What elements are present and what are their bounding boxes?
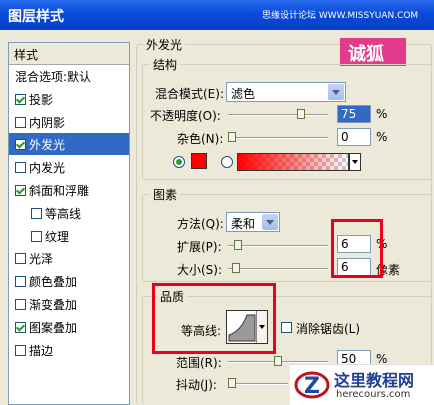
solid-color-radio[interactable] (173, 156, 185, 168)
styles-header[interactable]: 样式 (9, 43, 129, 65)
sidebar-item-checkbox[interactable] (15, 253, 26, 265)
gradient-picker[interactable] (237, 153, 349, 171)
annotation-box-contour (152, 283, 276, 354)
annotation-box-spread-size (331, 219, 383, 278)
noise-slider[interactable] (228, 132, 328, 143)
outer-glow-title: 外发光 (143, 36, 186, 53)
sidebar-item-checkbox[interactable] (31, 207, 42, 219)
sidebar-item[interactable]: 外发光 (9, 133, 129, 156)
sidebar-item-label: 描边 (29, 343, 54, 358)
slider-thumb[interactable] (297, 109, 305, 119)
spread-label: 扩展(P): (177, 240, 222, 254)
chevron-down-icon (328, 84, 344, 100)
site-logo-url: herecours.com (336, 389, 411, 400)
size-slider[interactable] (228, 263, 328, 274)
sidebar-item-checkbox[interactable] (15, 185, 26, 196)
sidebar-item[interactable]: 等高线 (9, 202, 129, 224)
slider-thumb[interactable] (274, 356, 282, 366)
blend-mode-label: 混合模式(E): (155, 87, 224, 101)
noise-input[interactable]: 0 (337, 128, 371, 146)
sidebar-item-label: 图案叠加 (29, 320, 78, 335)
noise-unit: % (376, 130, 388, 144)
sidebar-item[interactable]: 混合选项:默认 (9, 65, 129, 87)
sidebar-item-checkbox[interactable] (15, 299, 26, 310)
watermark-text: 思缘设计论坛 WWW.MISSYUAN.COM (262, 11, 419, 21)
sidebar-item-checkbox[interactable] (15, 93, 26, 105)
sidebar-item[interactable]: 颜色叠加 (9, 270, 129, 292)
method-value: 柔和 (231, 217, 256, 231)
brand-logo-text: 诚狐 (348, 44, 384, 65)
size-label: 大小(S): (177, 263, 223, 277)
sidebar-item-checkbox[interactable] (15, 344, 26, 356)
sidebar-item-label: 渐变叠加 (29, 298, 78, 312)
sidebar-item-label: 内阴影 (29, 115, 66, 130)
sidebar-item-label: 混合选项:默认 (15, 70, 92, 84)
sidebar-item[interactable]: 描边 (9, 339, 129, 361)
chevron-down-icon (352, 160, 358, 164)
brand-logo: 诚狐 (340, 38, 406, 66)
method-label: 方法(Q): (177, 217, 224, 231)
sidebar-item-checkbox[interactable] (15, 139, 26, 151)
structure-title: 结构 (150, 56, 181, 73)
sidebar-item[interactable]: 图案叠加 (9, 316, 129, 338)
sidebar-item-label: 等高线 (45, 206, 82, 221)
slider-thumb[interactable] (228, 132, 236, 142)
chevron-down-icon (262, 214, 278, 230)
opacity-label: 不透明度(O): (150, 109, 221, 123)
sidebar-item[interactable]: 渐变叠加 (9, 293, 129, 315)
sidebar-item-checkbox[interactable] (31, 230, 42, 242)
sidebar-item[interactable]: 光泽 (9, 247, 129, 269)
noise-label: 杂色(N): (177, 132, 224, 146)
sidebar-item-label: 光泽 (29, 252, 54, 267)
blend-mode-select[interactable]: 滤色 (226, 82, 346, 102)
jitter-label: 抖动(J): (176, 378, 217, 392)
site-logo-icon: Z (294, 371, 330, 399)
slider-thumb[interactable] (228, 378, 236, 388)
sidebar-item-label: 斜面和浮雕 (29, 184, 90, 198)
sidebar-item-checkbox[interactable] (15, 116, 26, 128)
sidebar-item[interactable]: 内阴影 (9, 111, 129, 133)
sidebar-item-label: 内发光 (29, 161, 66, 176)
styles-list: 样式 混合选项:默认投影内阴影外发光内发光斜面和浮雕等高线纹理光泽颜色叠加渐变叠… (8, 42, 130, 405)
sidebar-item[interactable]: 纹理 (9, 225, 129, 247)
site-logo: Z 这里教程网 herecours.com (290, 364, 434, 405)
opacity-input[interactable]: 75 (337, 105, 371, 123)
window-title: 图层样式 (8, 9, 64, 25)
spread-slider[interactable] (228, 240, 328, 251)
sidebar-item[interactable]: 内发光 (9, 156, 129, 178)
sidebar-item[interactable]: 斜面和浮雕 (9, 179, 129, 201)
sidebar-item-label: 投影 (29, 92, 54, 107)
site-logo-name: 这里教程网 (334, 371, 415, 390)
sidebar-item-checkbox[interactable] (15, 162, 26, 174)
method-select[interactable]: 柔和 (226, 212, 280, 232)
svg-text:Z: Z (304, 374, 320, 399)
slider-thumb[interactable] (232, 263, 240, 273)
sidebar-item[interactable]: 投影 (9, 88, 129, 110)
sidebar-item-checkbox[interactable] (15, 276, 26, 288)
blend-mode-value: 滤色 (231, 87, 256, 101)
antialias-label: 消除锯齿(L) (296, 322, 361, 336)
slider-thumb[interactable] (234, 240, 242, 250)
range-label: 范围(R): (176, 356, 222, 370)
antialias-checkbox[interactable] (281, 322, 292, 333)
sidebar-item-label: 外发光 (29, 138, 66, 153)
sidebar-item-checkbox[interactable] (15, 321, 26, 333)
elements-title: 图素 (150, 186, 181, 203)
sidebar-item-label: 纹理 (45, 229, 70, 244)
gradient-dropdown[interactable] (349, 153, 361, 171)
opacity-unit: % (376, 107, 388, 121)
sidebar-item-label: 颜色叠加 (29, 275, 78, 290)
gradient-radio[interactable] (221, 156, 233, 168)
jitter-slider[interactable] (228, 378, 288, 389)
opacity-slider[interactable] (228, 109, 328, 120)
glow-color-swatch[interactable] (191, 153, 207, 169)
